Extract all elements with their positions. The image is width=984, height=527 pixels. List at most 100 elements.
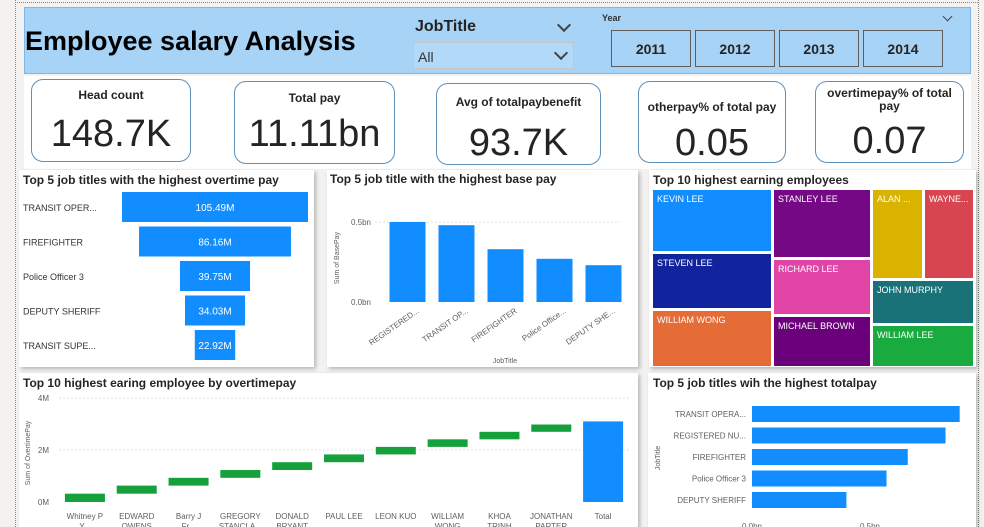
treemap-tile[interactable]: RICHARD LEE [774, 260, 870, 314]
kpi-value: 0.05 [675, 122, 749, 164]
x-tick-label: BRYANT [276, 522, 308, 527]
top-earners-treemap-panel[interactable]: Top 10 highest earning employees KEVIN L… [649, 170, 976, 367]
treemap-tile[interactable]: ALAN ... [873, 190, 922, 278]
basepay-bar [487, 249, 524, 302]
funnel-category-label: TRANSIT OPER... [23, 203, 97, 213]
treemap-tile-label: STANLEY LEE [778, 194, 838, 204]
year-slicer-label: Year [602, 13, 622, 23]
x-tick-label: 0.0bn [742, 522, 762, 527]
treemap-tile-label: WILLIAM WONG [657, 315, 726, 325]
treemap-tile[interactable]: MICHAEL BROWN [774, 317, 870, 366]
treemap-tile[interactable]: JOHN MURPHY [873, 281, 973, 323]
total-pay-bar-chart: TRANSIT OPERA... REGISTERED NU... FIREFIGH… [655, 406, 960, 527]
x-tick-label: FIREFIGHTER [470, 306, 519, 344]
kpi-label: Total pay [288, 91, 341, 105]
x-tick-label: OWENS [122, 522, 152, 527]
kpi-card-head-count[interactable]: Head count 148.7K [31, 79, 191, 162]
waterfall-bar [272, 462, 313, 471]
canvas-border-left [15, 0, 16, 527]
year-button-2013[interactable]: 2013 [779, 30, 859, 67]
waterfall-bar [168, 477, 209, 486]
y-category-label: Police Officer 3 [692, 475, 747, 484]
treemap-tile[interactable]: WILLIAM WONG [653, 311, 771, 366]
overtime-waterfall-panel[interactable]: Top 10 highest earing employee by overti… [19, 373, 638, 527]
x-tick-label: Barry J [176, 512, 201, 521]
year-button-2011[interactable]: 2011 [611, 30, 691, 67]
treemap-tile-label: STEVEN LEE [657, 258, 713, 268]
kpi-value: 93.7K [468, 122, 569, 164]
funnel-data-label: 22.92M [198, 341, 231, 352]
jobtitle-dropdown[interactable]: All [413, 42, 574, 69]
y-axis-title: Sum of OvertimePay [25, 420, 32, 485]
kpi-card-otherpay-pct[interactable]: otherpay% of total pay 0.05 [638, 81, 786, 164]
year-button-2012[interactable]: 2012 [695, 30, 775, 67]
funnel-data-label: 39.75M [198, 272, 231, 283]
overtime-pay-funnel-panel[interactable]: Top 5 job titles with the highest overti… [19, 170, 314, 367]
y-tick-label: 0M [38, 498, 49, 507]
basepay-bar [536, 258, 573, 302]
treemap-tile-label: MICHAEL BROWN [778, 321, 855, 331]
x-tick-label: GREGORY [220, 512, 261, 521]
base-pay-column-panel[interactable]: Top 5 job title with the highest base pa… [327, 170, 638, 367]
treemap-tile[interactable]: KEVIN LEE [653, 190, 771, 251]
x-tick-label: LEON KUO [375, 512, 416, 521]
kpi-card-overtimepay-pct[interactable]: overtimepay% of total pay 0.07 [815, 81, 964, 163]
x-tick-label: PARTER [535, 522, 567, 527]
x-tick-label: DEPUTY SHE... [564, 306, 616, 346]
treemap-tile[interactable]: STANLEY LEE [774, 190, 870, 257]
treemap-tile[interactable]: WAYNE... [925, 190, 973, 278]
waterfall-bar [324, 454, 364, 463]
waterfall-bar [479, 431, 520, 440]
y-category-label: DEPUTY SHERIFF [677, 496, 746, 505]
y-tick-label: 4M [38, 394, 49, 403]
basepay-bar [389, 222, 426, 302]
x-tick-label: EDWARD [119, 512, 154, 521]
funnel-data-label: 105.49M [196, 203, 235, 214]
x-tick-label: Police Office... [520, 306, 567, 343]
basepay-bar [438, 225, 475, 302]
treemap-tile-label: WILLIAM LEE [877, 330, 934, 340]
kpi-label: Avg of totalpaybenefit [455, 95, 582, 109]
kpi-card-avg-totalpaybenefit[interactable]: Avg of totalpaybenefit 93.7K [436, 83, 601, 165]
waterfall-bar [375, 446, 416, 455]
y-axis-title: JobTitle [655, 446, 662, 470]
x-tick-label: DONALD [276, 512, 310, 521]
page-title: Employee salary Analysis [25, 26, 356, 56]
x-tick-label: 0.5bn [860, 522, 880, 527]
waterfall-bar [64, 493, 105, 502]
totalpay-bar [752, 470, 887, 487]
x-tick-label: Total [595, 512, 612, 521]
year-button-2014[interactable]: 2014 [863, 30, 943, 67]
x-axis-title: JobTitle [493, 358, 517, 365]
funnel-category-label: Police Officer 3 [23, 272, 84, 282]
kpi-card-total-pay[interactable]: Total pay 11.11bn [234, 81, 395, 164]
y-category-label: FIREFIGHTER [693, 453, 747, 462]
y-axis-title: Sum of BasePay [334, 231, 341, 284]
waterfall-bar [531, 424, 572, 432]
x-tick-label: Fr... [182, 522, 196, 527]
x-tick-label: TRINH [487, 522, 512, 527]
x-tick-label: KHOA [488, 512, 511, 521]
total-pay-bar-panel[interactable]: Top 5 job titles wih the highest totalpa… [648, 373, 976, 527]
kpi-value: 11.11bn [248, 113, 381, 155]
funnel-category-label: TRANSIT SUPE... [23, 341, 96, 351]
treemap-tile[interactable]: WILLIAM LEE [873, 326, 973, 366]
waterfall-bar [427, 439, 468, 447]
waterfall-bar [220, 470, 261, 478]
funnel-data-label: 34.03M [198, 307, 231, 318]
x-tick-label: Y... [79, 522, 90, 527]
funnel-data-label: 86.16M [198, 238, 231, 249]
x-tick-label: Whitney P [67, 512, 103, 521]
basepay-bar [585, 265, 622, 302]
waterfall-total-bar [583, 421, 624, 502]
kpi-label: otherpay% of total pay [647, 100, 777, 114]
treemap-tile[interactable]: STEVEN LEE [653, 254, 771, 308]
totalpay-bar [752, 492, 847, 508]
totalpay-bar [752, 427, 946, 444]
chevron-down-icon [553, 45, 569, 61]
x-tick-label: REGISTERED... [367, 306, 420, 347]
treemap-tile-label: JOHN MURPHY [877, 285, 944, 295]
jobtitle-dropdown-value: All [418, 49, 434, 65]
kpi-label: Head count [78, 88, 144, 102]
x-tick-label: TRANSIT OP... [421, 306, 470, 344]
